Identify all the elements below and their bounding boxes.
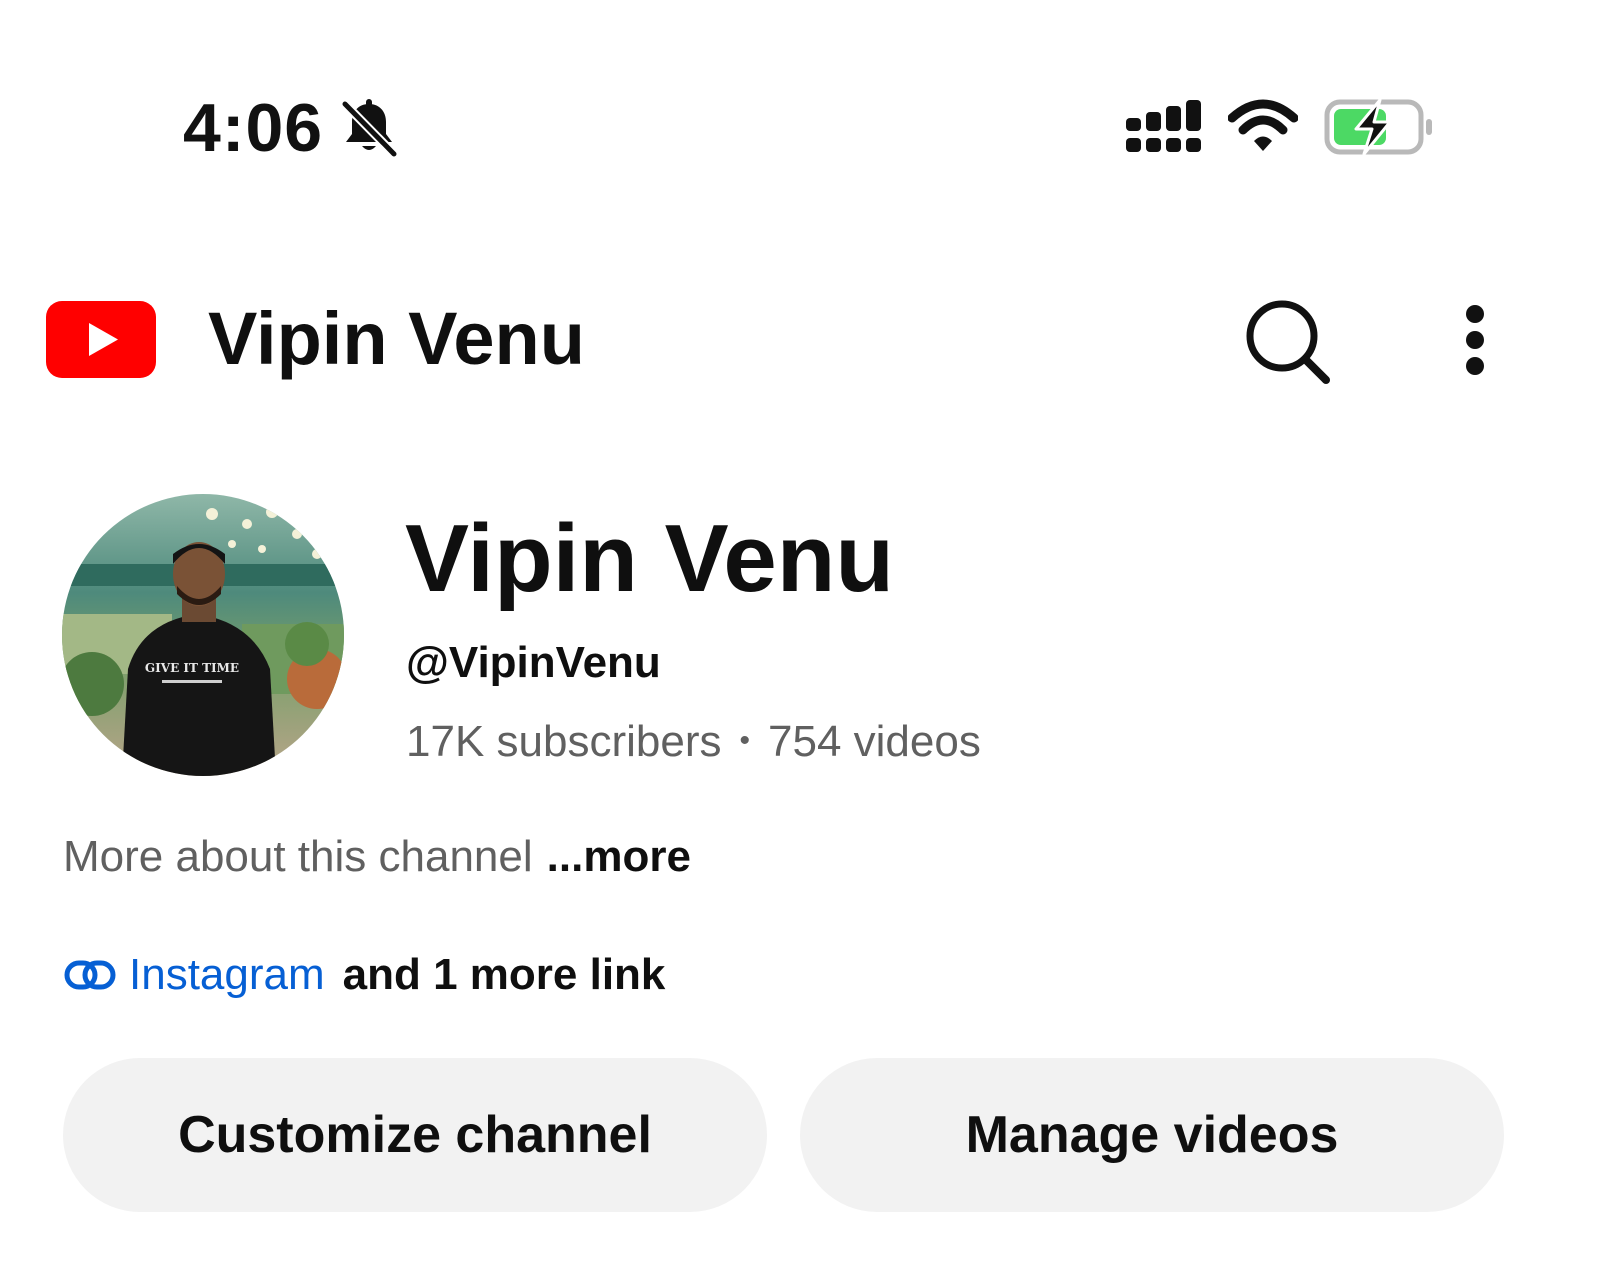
channel-about[interactable]: More about this channel ...more <box>63 830 691 884</box>
avatar-photo: GIVE IT TIME <box>62 494 344 776</box>
link-icon <box>64 960 116 990</box>
battery-charging-icon <box>1324 98 1432 156</box>
bell-off-icon <box>341 99 398 158</box>
wifi-icon <box>1228 99 1298 151</box>
shirt-text: GIVE IT TIME <box>145 661 239 675</box>
manage-videos-button[interactable]: Manage videos <box>800 1058 1504 1212</box>
video-count: 754 videos <box>768 717 981 766</box>
search-icon <box>1246 300 1330 384</box>
status-time: 4:06 <box>183 90 324 166</box>
channel-name: Vipin Venu <box>405 505 894 612</box>
stats-separator: • <box>739 724 750 757</box>
more-vertical-icon <box>1466 305 1484 375</box>
about-text: More about this channel <box>63 832 533 881</box>
header-title: Vipin Venu <box>208 297 585 380</box>
search-button[interactable] <box>1240 296 1334 386</box>
more-links-text[interactable]: and 1 more link <box>343 948 666 1002</box>
instagram-link[interactable]: Instagram <box>129 948 325 1002</box>
signal-icon <box>1126 100 1201 152</box>
channel-links[interactable]: Instagram and 1 more link <box>63 948 665 1002</box>
customize-channel-button[interactable]: Customize channel <box>63 1058 767 1212</box>
subscriber-count: 17K subscribers <box>406 717 722 766</box>
channel-stats: 17K subscribers • 754 videos <box>406 714 981 769</box>
about-more-link[interactable]: ...more <box>547 832 691 881</box>
youtube-logo-icon[interactable] <box>46 301 156 378</box>
channel-avatar[interactable]: GIVE IT TIME <box>62 494 344 776</box>
channel-handle: @VipinVenu <box>406 638 661 687</box>
more-options-button[interactable] <box>1448 300 1502 380</box>
